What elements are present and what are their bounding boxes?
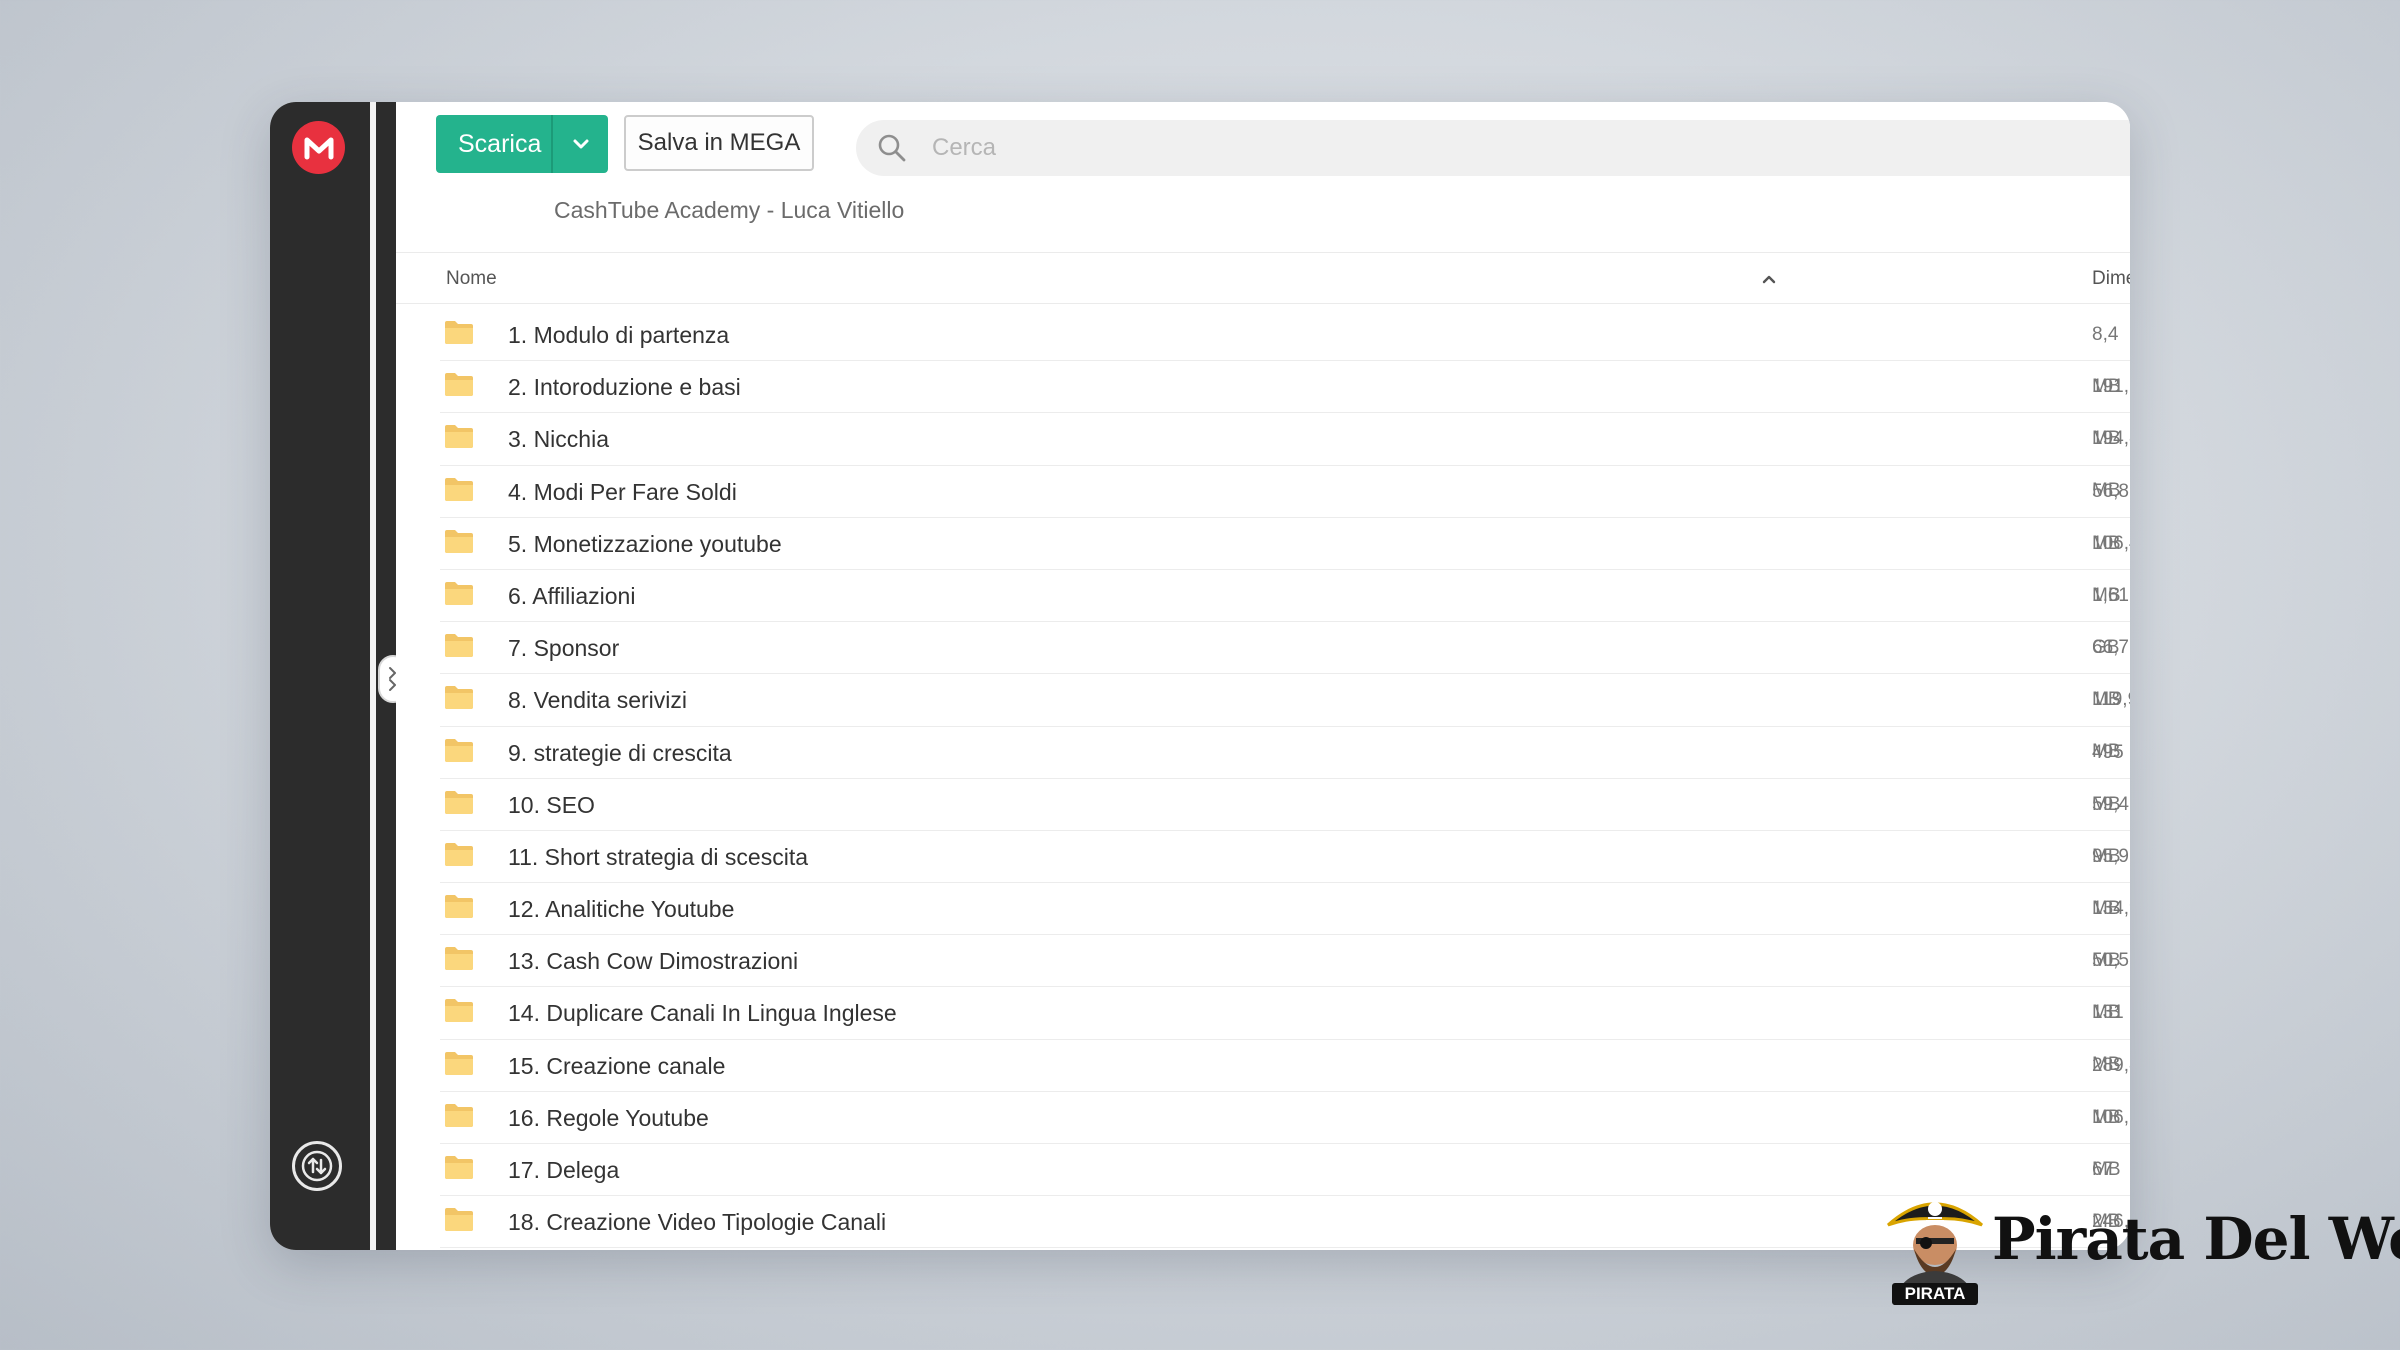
- divider: [396, 252, 2130, 253]
- download-button[interactable]: Scarica: [436, 115, 608, 173]
- watermark-text: Pirata Del Web: [1992, 1205, 2400, 1273]
- chevron-up-icon[interactable]: [1761, 255, 1777, 303]
- file-size: 50,5 MB: [2092, 950, 2129, 1024]
- button-separator: [551, 115, 553, 173]
- file-name: 8. Vendita serivizi: [508, 687, 687, 714]
- file-size: 119,9 MB: [2092, 689, 2130, 763]
- file-size: 194,8 MB: [2092, 428, 2130, 502]
- mega-window: Scarica Salva in MEGA CashTube Academy -…: [270, 102, 2130, 1250]
- table-row[interactable]: 2. Intoroduzione e basi191,1 MBCartella: [396, 361, 2130, 450]
- folder-icon: [444, 319, 474, 350]
- file-name: 13. Cash Cow Dimostrazioni: [508, 948, 799, 975]
- table-row[interactable]: 12. Analitiche Youtube134,9 MBCartella: [396, 883, 2130, 972]
- search-icon: [874, 130, 910, 166]
- folder-icon: [444, 893, 474, 924]
- table-row[interactable]: 16. Regole Youtube106,1 MBCartella: [396, 1092, 2130, 1180]
- file-size: 59,4 MB: [2092, 793, 2129, 867]
- file-name: 2. Intoroduzione e basi: [508, 374, 741, 401]
- table-row[interactable]: 14. Duplicare Canali In Lingua Inglese 13…: [396, 987, 2130, 1076]
- chevron-down-icon[interactable]: [566, 115, 596, 173]
- file-name: 9. strategie di crescita: [508, 739, 732, 766]
- file-size: 95,9 MB: [2092, 845, 2129, 919]
- folder-icon: [444, 684, 474, 715]
- table-row[interactable]: 5. Monetizzazione youtube106,4 MBCartell…: [396, 518, 2130, 606]
- file-size: 134,9 MB: [2092, 898, 2130, 972]
- table-row[interactable]: 3. Nicchia194,8 MBCartella: [396, 413, 2130, 502]
- folder-icon: [444, 423, 474, 454]
- table-row[interactable]: 13. Cash Cow Dimostrazioni50,5 MBCartell…: [396, 935, 2130, 1024]
- column-header-size[interactable]: Dimensione: [2092, 255, 2130, 303]
- folder-icon: [444, 1206, 474, 1237]
- folder-icon: [444, 841, 474, 872]
- folder-icon: [444, 528, 474, 559]
- breadcrumb[interactable]: CashTube Academy - Luca Vitiello: [554, 197, 904, 224]
- file-name: 7. Sponsor: [508, 635, 620, 662]
- file-name: 5. Monetizzazione youtube: [508, 530, 782, 557]
- file-size: 495 MB: [2092, 741, 2124, 815]
- folder-icon: [444, 737, 474, 768]
- table-row[interactable]: 7. Sponsor66,7 MBCartella: [396, 622, 2130, 711]
- file-name: 15. Creazione canale: [508, 1052, 726, 1079]
- row-divider: [440, 1247, 2130, 1249]
- table-row[interactable]: 15. Creazione canale289,8 MBCartella: [396, 1040, 2130, 1128]
- file-name: 11. Short strategia di scescita: [508, 843, 808, 870]
- folder-icon: [444, 1102, 474, 1133]
- file-name: 12. Analitiche Youtube: [508, 896, 735, 923]
- folder-icon: [444, 997, 474, 1028]
- download-label: Scarica: [458, 129, 542, 158]
- column-header-name[interactable]: Nome: [446, 255, 497, 303]
- file-size: 131 MB: [2092, 1002, 2124, 1076]
- file-size: 56,8 MB: [2092, 480, 2129, 554]
- file-size: 289,8 MB: [2092, 1054, 2130, 1128]
- file-size: 106,1 MB: [2092, 1106, 2130, 1180]
- folder-icon: [444, 945, 474, 976]
- folder-icon: [444, 580, 474, 611]
- file-name: 14. Duplicare Canali In Lingua Inglese: [508, 1000, 897, 1027]
- file-size: 8,4 MB: [2092, 324, 2121, 397]
- folder-icon: [444, 1050, 474, 1081]
- file-name: 4. Modi Per Fare Soldi: [508, 478, 737, 505]
- file-name: 3. Nicchia: [508, 426, 609, 453]
- save-to-mega-button[interactable]: Salva in MEGA: [624, 115, 814, 171]
- watermark: PIRATA Pirata Del Web: [1880, 1185, 2400, 1305]
- table-row[interactable]: 1. Modulo di partenza8,4 MBCartella: [396, 309, 2130, 397]
- folder-icon: [444, 1154, 474, 1185]
- folder-icon: [444, 371, 474, 402]
- table-row[interactable]: 10. SEO59,4 MBCartella: [396, 779, 2130, 867]
- file-size: 191,1 MB: [2092, 376, 2130, 450]
- search-bar: [856, 120, 2130, 176]
- file-name: 17. Delega: [508, 1157, 620, 1183]
- watermark-badge: PIRATA: [1904, 1284, 1966, 1303]
- table-row[interactable]: 4. Modi Per Fare Soldi56,8 MBCartella: [396, 466, 2130, 554]
- table-header: Nome Dimensione Tipo: [396, 255, 2130, 304]
- table-row[interactable]: 9. strategie di crescita495 MBCartella: [396, 727, 2130, 815]
- folder-icon: [444, 632, 474, 663]
- folder-icon: [444, 476, 474, 507]
- file-list: 1. Modulo di partenza8,4 MBCartella2. In…: [396, 309, 2130, 1249]
- file-size: 66,7 MB: [2092, 637, 2129, 711]
- transfer-icon[interactable]: [292, 1141, 342, 1191]
- search-input[interactable]: [930, 133, 1734, 163]
- file-name: 10. SEO: [508, 791, 595, 818]
- mega-logo-icon[interactable]: [292, 121, 345, 174]
- main-panel: Scarica Salva in MEGA CashTube Academy -…: [396, 102, 2130, 1250]
- folder-icon: [444, 789, 474, 820]
- file-name: 6. Affiliazioni: [508, 582, 636, 609]
- file-name: 16. Regole Youtube: [508, 1104, 709, 1131]
- file-name: 18. Creazione Video Tipologie Canali: [508, 1209, 887, 1236]
- table-row[interactable]: 8. Vendita serivizi119,9 MBCartella: [396, 674, 2130, 763]
- table-row[interactable]: 6. Affiliazioni1,61 GBCartella: [396, 570, 2130, 658]
- table-row[interactable]: 11. Short strategia di scescita95,9 MBCa…: [396, 831, 2130, 919]
- table-row[interactable]: 18. Creazione Video Tipologie Canali 246,…: [396, 1196, 2130, 1249]
- file-size: 1,61 GB: [2092, 584, 2129, 658]
- file-name: 1. Modulo di partenza: [508, 322, 730, 348]
- file-size: 106,4 MB: [2092, 532, 2130, 606]
- sidebar: [270, 102, 370, 1250]
- table-row[interactable]: 17. Delega67 MBCartella: [396, 1144, 2130, 1232]
